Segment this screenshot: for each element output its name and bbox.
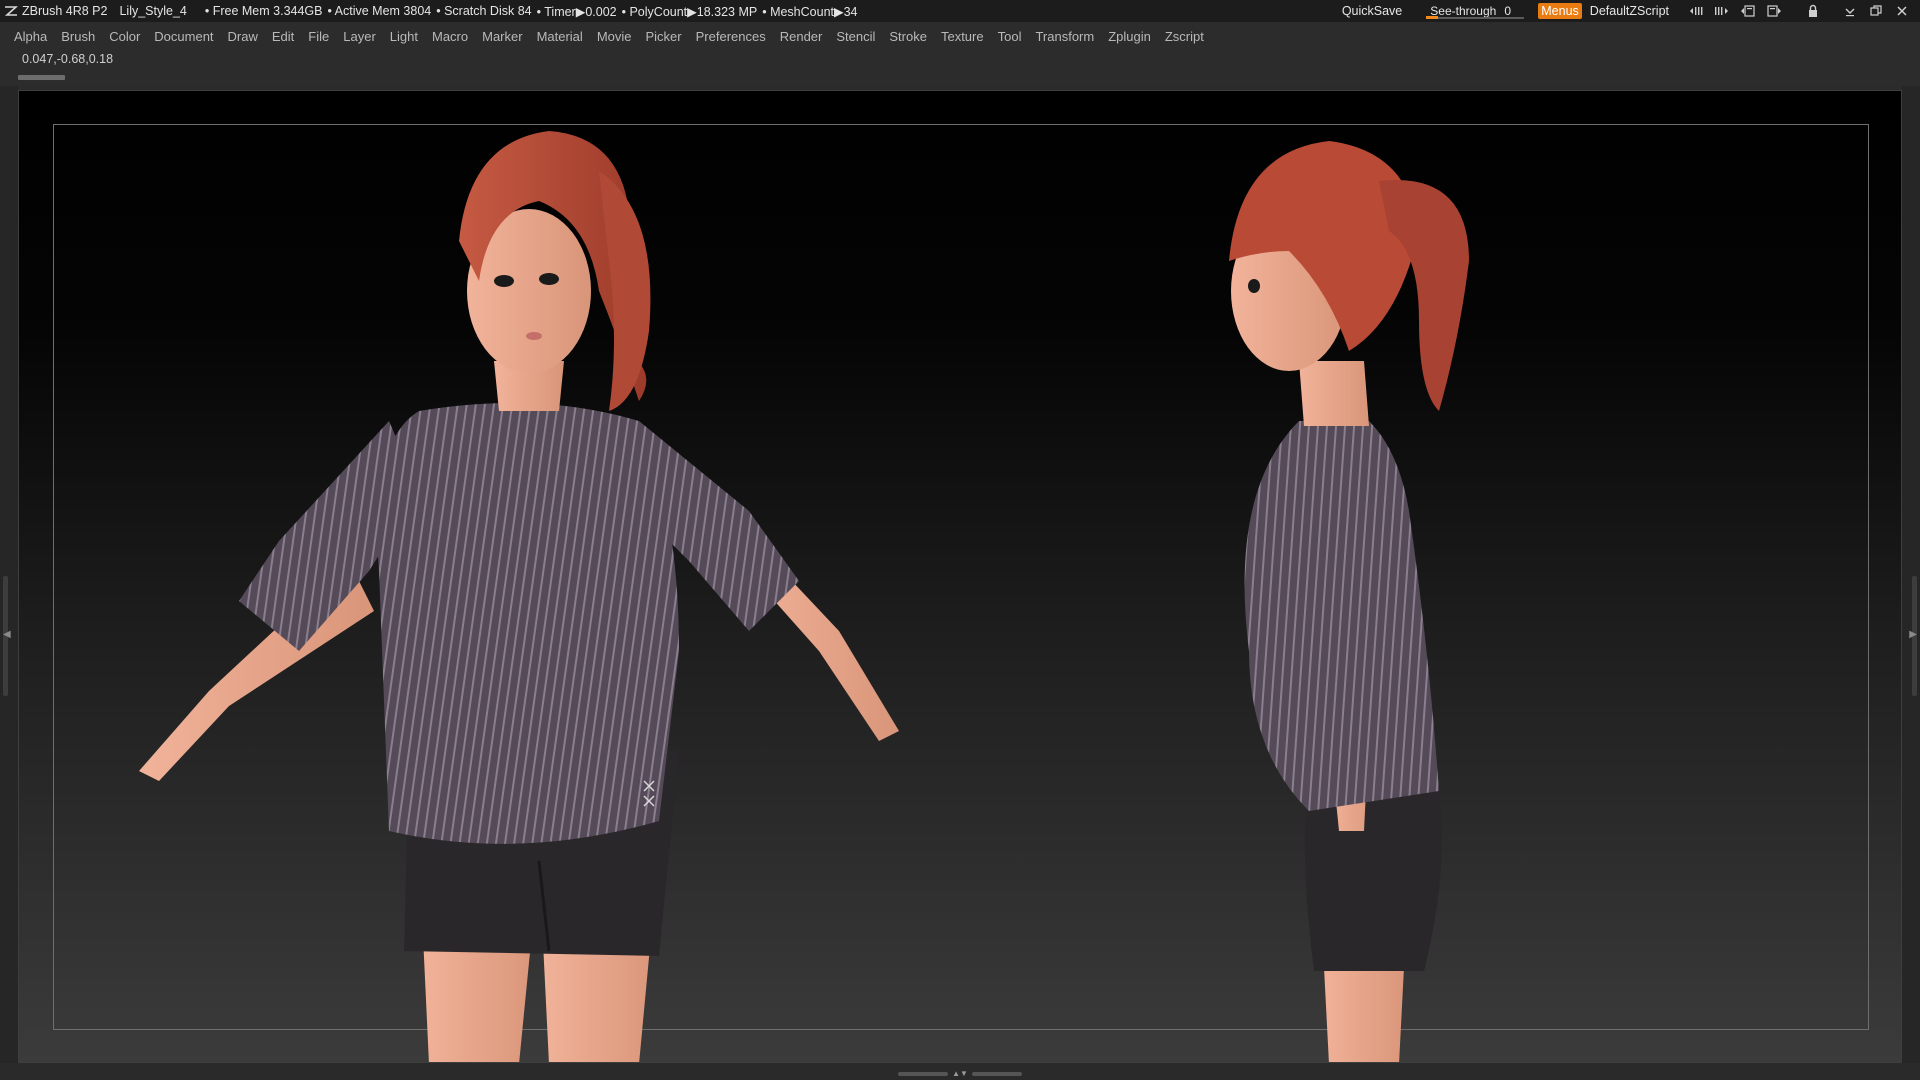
bottom-grip-left[interactable] [898,1072,949,1076]
menu-material[interactable]: Material [537,29,583,44]
menu-zscript[interactable]: Zscript [1165,29,1204,44]
character-front-view[interactable] [119,91,1019,1063]
see-through-fill [1426,16,1439,19]
menu-stroke[interactable]: Stroke [889,29,927,44]
menu-file[interactable]: File [308,29,329,44]
menu-macro[interactable]: Macro [432,29,468,44]
bottom-tray-handle[interactable]: ▲▼ [896,1070,1024,1078]
main-menu-bar: Alpha Brush Color Document Draw Edit Fil… [0,22,1920,50]
tray-left-icon[interactable] [1688,3,1704,19]
meshcount-stat: • MeshCount▶34 [762,4,858,19]
info-row: 0.047,-0.68,0.18 [0,50,1920,86]
titlebar-controls: QuickSave See-through 0 Menus DefaultZSc… [1342,0,1920,22]
memory-stats: • Free Mem 3.344GB • Active Mem 3804 • S… [205,4,863,19]
see-through-value: 0 [1504,4,1511,18]
menu-tool[interactable]: Tool [998,29,1022,44]
right-shelf-arrow-icon[interactable]: ▶ [1909,629,1917,640]
character-side-view[interactable] [1169,91,1669,1063]
quicksave-button[interactable]: QuickSave [1342,4,1402,18]
title-bar: ZBrush 4R8 P2 Lily_Style_4 • Free Mem 3.… [0,0,1920,22]
see-through-label: See-through [1430,4,1497,18]
menu-alpha[interactable]: Alpha [14,29,47,44]
lock-icon[interactable] [1805,3,1821,19]
menu-picker[interactable]: Picker [646,29,682,44]
layout-left-icon[interactable] [1740,3,1756,19]
menu-movie[interactable]: Movie [597,29,632,44]
menus-toggle-button[interactable]: Menus [1538,3,1582,19]
menu-texture[interactable]: Texture [941,29,984,44]
scratch-disk-stat: • Scratch Disk 84 [436,3,532,18]
active-mem-stat: • Active Mem 3804 [327,3,432,18]
menu-edit[interactable]: Edit [272,29,294,44]
close-icon[interactable] [1894,3,1910,19]
default-zscript-button[interactable]: DefaultZScript [1590,4,1669,18]
menu-zplugin[interactable]: Zplugin [1108,29,1151,44]
minimize-icon[interactable] [1842,3,1858,19]
menu-brush[interactable]: Brush [61,29,95,44]
free-mem-stat: • Free Mem 3.344GB [204,3,323,18]
cursor-coordinates: 0.047,-0.68,0.18 [22,52,114,66]
zbrush-logo-icon [4,6,18,16]
menu-preferences[interactable]: Preferences [696,29,766,44]
left-shelf[interactable]: ◀ [0,86,18,1066]
layout-right-icon[interactable] [1766,3,1782,19]
tray-right-icon[interactable] [1714,3,1730,19]
see-through-slider[interactable]: See-through 0 [1426,2,1525,20]
progress-bar [18,75,65,80]
menu-render[interactable]: Render [780,29,823,44]
bottom-tray: ▲▼ [0,1063,1920,1080]
see-through-track [1426,17,1525,19]
bottom-expand-arrows-icon[interactable]: ▲▼ [952,1070,968,1078]
timer-stat: • Timer▶0.002 [536,4,617,19]
document-canvas[interactable] [18,90,1902,1063]
left-shelf-arrow-icon[interactable]: ◀ [3,629,11,640]
menu-marker[interactable]: Marker [482,29,522,44]
restore-icon[interactable] [1868,3,1884,19]
bottom-grip-right[interactable] [971,1072,1022,1076]
menu-light[interactable]: Light [390,29,418,44]
menu-color[interactable]: Color [109,29,140,44]
right-shelf[interactable]: ▶ [1902,86,1920,1066]
polycount-stat: • PolyCount▶18.323 MP [621,4,758,19]
menu-stencil[interactable]: Stencil [836,29,875,44]
menu-layer[interactable]: Layer [343,29,376,44]
document-name: Lily_Style_4 [119,4,187,18]
menu-transform[interactable]: Transform [1035,29,1094,44]
app-version: ZBrush 4R8 P2 [22,4,108,18]
menu-draw[interactable]: Draw [228,29,258,44]
menu-document[interactable]: Document [154,29,213,44]
